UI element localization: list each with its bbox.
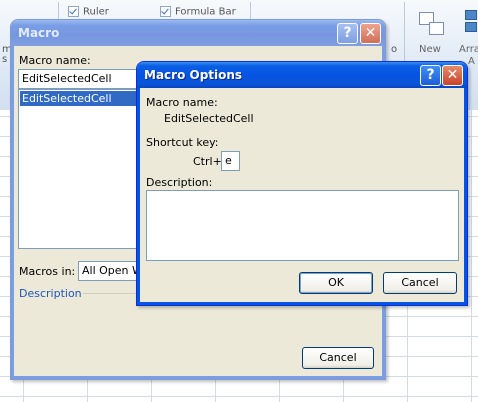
description-divider: [83, 293, 143, 294]
macro-name-label: Macro name:: [146, 96, 218, 109]
macro-options-dialog: Macro Options ? ✕ Macro name: EditSelect…: [136, 61, 468, 306]
ribbon-fragment-o: o: [391, 44, 398, 55]
close-button[interactable]: ✕: [360, 23, 381, 44]
ribbon-fragment-bottom: s: [2, 54, 8, 65]
new-window-icon[interactable]: [417, 10, 447, 36]
help-button[interactable]: ?: [337, 23, 358, 44]
frame-left: [11, 46, 14, 379]
formula-bar-checkbox[interactable]: Formula Bar: [160, 6, 236, 18]
description-field[interactable]: [146, 190, 459, 261]
shortcut-key-label: Shortcut key:: [146, 136, 219, 149]
macro-dialog-title: Macro: [18, 26, 60, 40]
macros-in-label: Macros in:: [19, 265, 76, 278]
description-group-label: Description: [19, 287, 82, 300]
checkbox-icon: [160, 6, 171, 17]
checkbox-icon: [68, 6, 79, 17]
close-icon: ✕: [446, 67, 459, 83]
close-icon: ✕: [364, 25, 377, 41]
frame-right: [464, 88, 467, 305]
ruler-label: Ruler: [83, 6, 109, 18]
arrange-all-icon[interactable]: [463, 10, 477, 40]
arrange-all-label[interactable]: Arra: [459, 44, 478, 55]
macro-dialog-titlebar[interactable]: Macro ? ✕: [11, 20, 385, 46]
help-icon: ?: [426, 67, 435, 83]
help-icon: ?: [343, 25, 352, 41]
shortcut-key-field[interactable]: e: [221, 151, 240, 171]
new-window-label[interactable]: New: [419, 44, 441, 55]
ok-button[interactable]: OK: [299, 272, 373, 294]
macro-options-titlebar[interactable]: Macro Options ? ✕: [137, 62, 467, 88]
ruler-checkbox[interactable]: Ruler: [68, 6, 109, 18]
cancel-button[interactable]: Cancel: [383, 272, 457, 294]
macro-name-label: Macro name:: [19, 54, 91, 67]
frame-left: [137, 88, 140, 305]
formula-bar-label: Formula Bar: [175, 6, 236, 18]
ctrl-label: Ctrl+: [193, 155, 222, 168]
frame-bottom: [137, 302, 467, 305]
frame-bottom: [11, 376, 385, 379]
macro-name-value: EditSelectedCell: [164, 112, 254, 125]
cancel-button[interactable]: Cancel: [302, 347, 374, 369]
ribbon-fragment-a: A: [468, 56, 475, 67]
macro-options-title: Macro Options: [144, 68, 243, 82]
close-button[interactable]: ✕: [442, 65, 463, 86]
description-label: Description:: [146, 176, 213, 189]
help-button[interactable]: ?: [420, 65, 441, 86]
